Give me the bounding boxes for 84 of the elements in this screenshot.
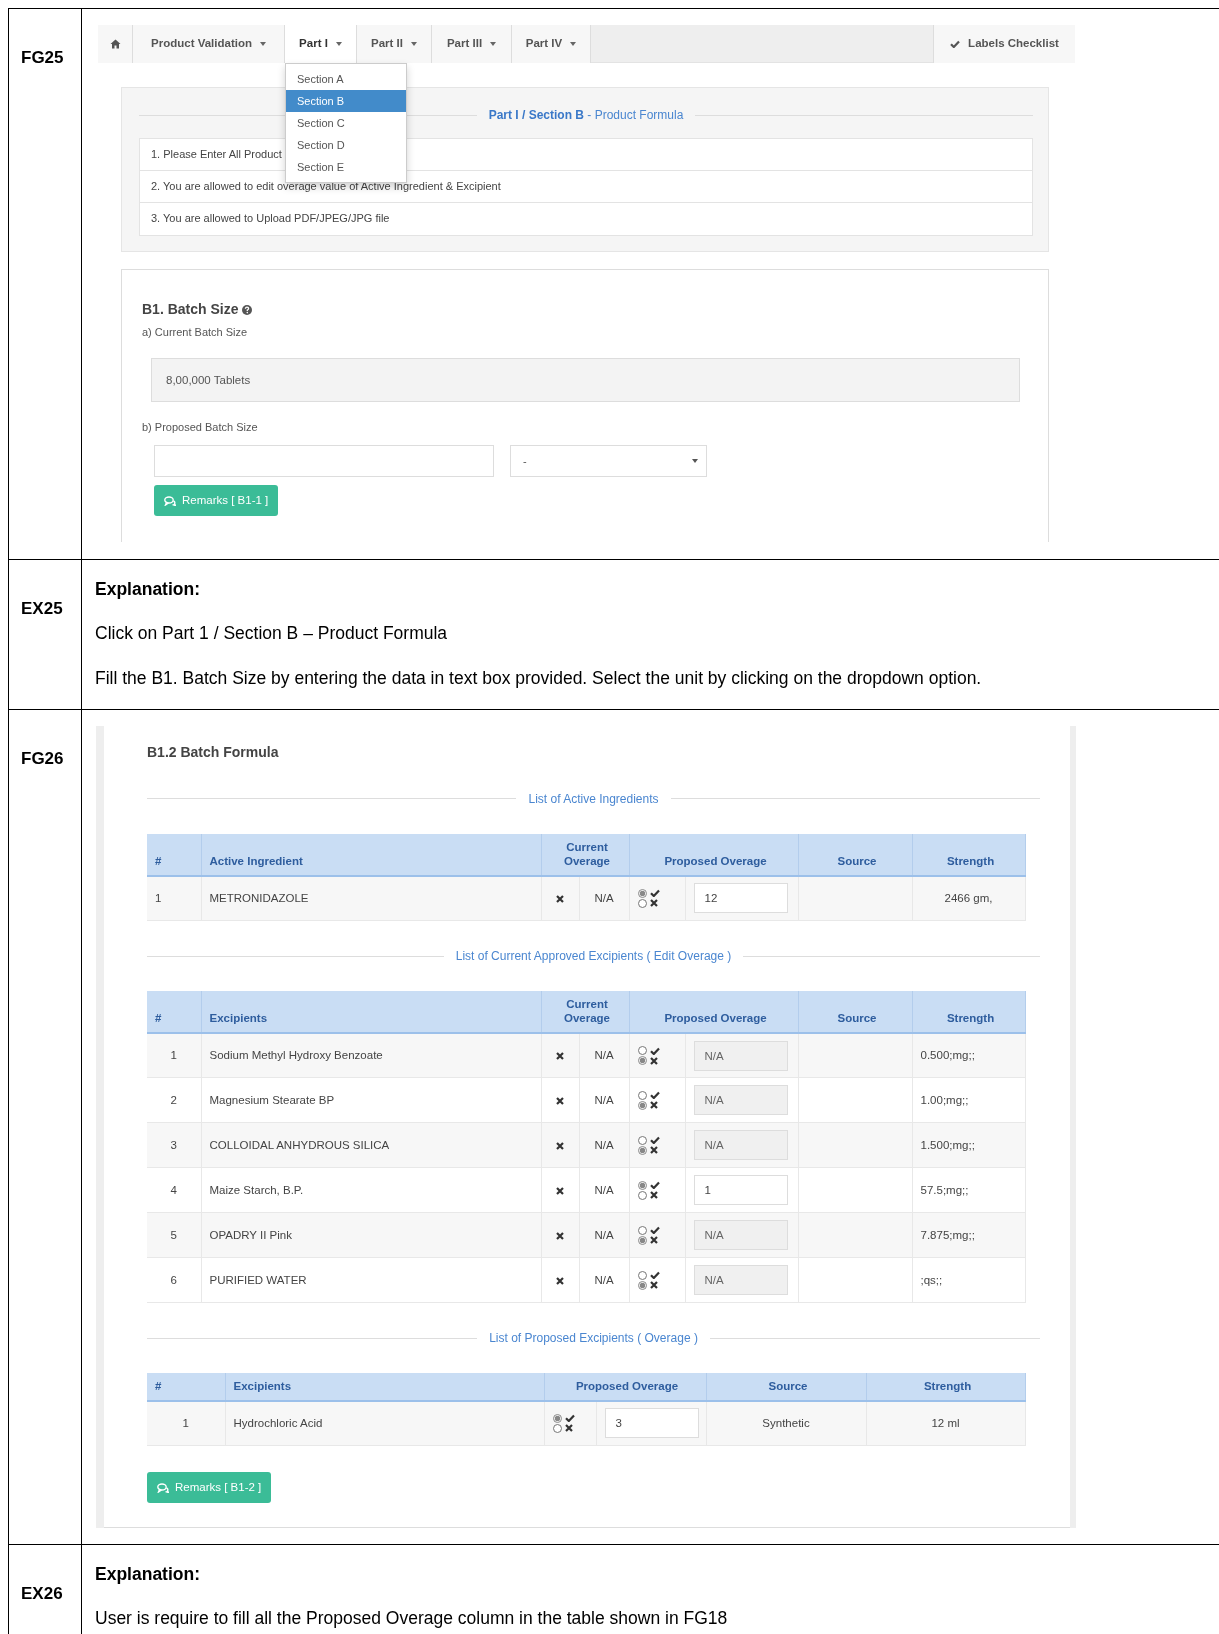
current-overage: N/A (594, 1138, 614, 1151)
column-header: Strength (912, 991, 1026, 1033)
column-header: Proposed Overage (629, 833, 799, 876)
nav-tab[interactable]: Part I (285, 25, 357, 63)
explanation-heading: Explanation: (95, 1562, 201, 1586)
nav-tab[interactable]: Part IV (512, 25, 591, 63)
proposed-overage-input[interactable]: 1 (693, 1175, 788, 1206)
current-overage: N/A (594, 1048, 614, 1061)
table-heading: List of Active Ingredients (528, 790, 659, 808)
ingredient-name: METRONIDAZOLE (209, 891, 309, 904)
row-label: FG25 (21, 47, 64, 69)
strength-text: ;qs;; (920, 1273, 943, 1286)
dropdown-item[interactable]: Section A (286, 68, 406, 90)
row-number: 3 (170, 1138, 177, 1151)
row-number: 4 (170, 1183, 177, 1196)
ingredient-name: Sodium Methyl Hydroxy Benzoate (209, 1048, 383, 1061)
column-header: Current Overage (541, 833, 629, 876)
row-number: 2 (170, 1093, 177, 1106)
explanation-text: Fill the B1. Batch Size by entering the data in text box provided. Select the unit by clicking on the dropdown option. (95, 666, 983, 690)
checklist-tab[interactable]: Labels Checklist (933, 25, 1075, 63)
column-header: Source (706, 1373, 866, 1401)
dropdown-item[interactable]: Section D (286, 134, 406, 156)
explanation-text: Click on Part 1 / Section B – Product Formula (95, 622, 449, 646)
ingredient-name: COLLOIDAL ANHYDROUS SILICA (209, 1138, 390, 1151)
source-text: Synthetic (762, 1416, 810, 1429)
proposed-overage-input[interactable]: 3 (604, 1408, 699, 1439)
column-header: Proposed Overage (629, 991, 799, 1033)
current-overage: N/A (594, 891, 614, 904)
dropdown-item[interactable]: Section E (286, 156, 406, 178)
row-number: 1 (170, 1048, 177, 1061)
table-heading: List of Proposed Excipients ( Overage ) (489, 1330, 698, 1348)
ingredient-name: Magnesium Stearate BP (209, 1093, 335, 1106)
nav-tab[interactable]: Part II (357, 25, 432, 63)
panel-title: Part I / Section B - Product Formula (488, 107, 684, 124)
row-number: 1 (182, 1416, 189, 1429)
column-header: Active Ingredient (201, 833, 541, 876)
row-label: FG26 (21, 747, 64, 770)
column-header: Excipients (225, 1373, 544, 1401)
field-label: b) Proposed Batch Size (142, 419, 259, 435)
table-heading: List of Current Approved Excipients ( Edit Overage ) (455, 948, 732, 965)
strength-text: 0.500;mg;; (920, 1048, 975, 1061)
strength-text: 1.00;mg;; (920, 1093, 969, 1106)
strength-text: 12 ml (931, 1416, 960, 1429)
nav-tab[interactable]: Part III (432, 25, 512, 63)
strength-text: 2466 gm, (944, 891, 993, 904)
proposed-overage-input[interactable]: 12 (693, 883, 788, 914)
note-item: 3. You are allowed to Upload PDF/JPEG/JPG file (150, 211, 391, 226)
strength-text: 57.5;mg;; (920, 1183, 969, 1196)
row-label: EX25 (21, 598, 63, 620)
column-header: Source (798, 991, 913, 1033)
ingredient-name: Maize Starch, B.P. (209, 1183, 304, 1196)
note-item: 2. You are allowed to edit overage value of Active Ingredient & Excipient (140, 171, 1032, 203)
field-label: a) Current Batch Size (142, 325, 249, 340)
column-header: # (147, 991, 201, 1033)
nav-tab[interactable]: Product Validation (133, 25, 285, 63)
current-overage: N/A (594, 1093, 614, 1106)
current-batch-size-field: 8,00,000 Tablets (151, 357, 1020, 402)
column-header: Strength (866, 1373, 1025, 1401)
section-title: B1.2 Batch Formula (147, 742, 280, 762)
dropdown-item[interactable]: Section B (286, 90, 406, 112)
column-header: Source (798, 833, 913, 876)
section-title: B1. Batch Size (142, 300, 239, 319)
strength-text: 1.500;mg;; (920, 1138, 975, 1151)
row-number: 5 (170, 1228, 177, 1241)
ingredient-name: Hydrochloric Acid (233, 1416, 323, 1429)
current-overage: N/A (594, 1228, 614, 1241)
explanation-text: User is require to fill all the Proposed Overage column in the table shown in FG18 (95, 1607, 729, 1630)
column-header: # (147, 833, 201, 876)
row-label: EX26 (21, 1582, 63, 1605)
row-number: 6 (170, 1273, 177, 1286)
unit-select[interactable]: - (510, 445, 707, 477)
column-header: Proposed Overage (544, 1373, 706, 1401)
column-header: Current Overage (541, 991, 629, 1033)
column-header: Excipients (201, 991, 541, 1033)
dropdown-item[interactable]: Section C (286, 112, 406, 134)
row-number: 1 (155, 891, 162, 904)
explanation-heading: Explanation: (95, 578, 201, 601)
strength-text: 7.875;mg;; (920, 1228, 975, 1241)
current-overage: N/A (594, 1183, 614, 1196)
column-header: # (147, 1373, 225, 1401)
ingredient-name: OPADRY II Pink (209, 1228, 292, 1241)
ingredient-name: PURIFIED WATER (209, 1273, 307, 1286)
column-header: Strength (912, 833, 1026, 876)
current-overage: N/A (594, 1273, 614, 1286)
